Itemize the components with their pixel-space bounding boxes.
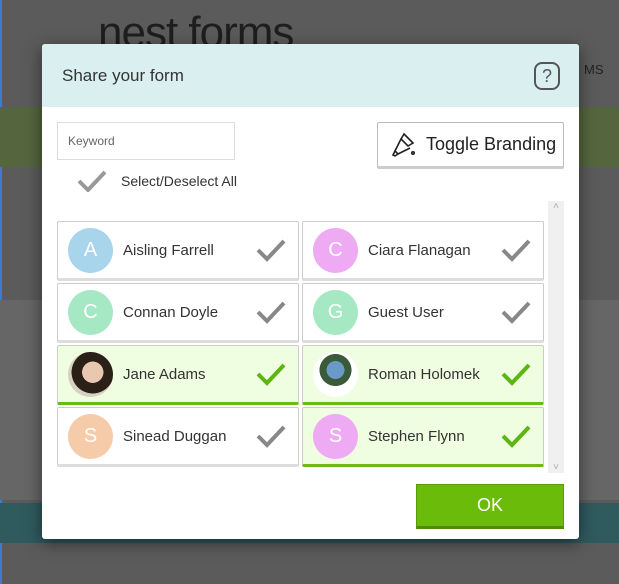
user-name: Aisling Farrell (123, 241, 214, 259)
toggle-branding-button[interactable]: Toggle Branding (377, 122, 564, 169)
avatar-initial: S (328, 424, 343, 447)
user-name: Guest User (368, 303, 444, 321)
avatar: A (68, 227, 113, 273)
check-icon (256, 301, 286, 324)
select-all-toggle[interactable]: Select/Deselect All (77, 170, 237, 192)
toggle-branding-label: Toggle Branding (426, 134, 557, 154)
check-icon (256, 363, 286, 386)
ok-button[interactable]: OK (416, 484, 564, 529)
user-name: Stephen Flynn (368, 427, 465, 445)
user-card[interactable]: S Sinead Duggan (57, 407, 299, 467)
keyword-input[interactable] (57, 122, 235, 160)
avatar: S (68, 413, 113, 459)
check-icon (501, 425, 531, 448)
user-list: A Aisling Farrell C Ciara Flanagan C Con… (57, 221, 545, 467)
avatar-initial: C (328, 238, 343, 261)
user-name: Jane Adams (123, 365, 206, 383)
avatar: C (68, 289, 113, 335)
share-dialog: Share your form ? Toggle Branding Select… (42, 44, 579, 539)
user-card[interactable]: C Ciara Flanagan (302, 221, 544, 281)
check-icon (256, 239, 286, 262)
user-card[interactable]: S Stephen Flynn (302, 407, 544, 467)
check-icon (501, 239, 531, 262)
scrollbar[interactable]: ˄ ˅ (548, 201, 564, 473)
avatar (68, 351, 113, 397)
user-name: Sinead Duggan (123, 427, 227, 445)
avatar: G (313, 289, 358, 335)
avatar-initial: G (327, 300, 344, 323)
check-icon (501, 363, 531, 386)
avatar-initial: C (83, 300, 98, 323)
help-icon[interactable]: ? (534, 62, 560, 90)
user-card[interactable]: C Connan Doyle (57, 283, 299, 343)
check-icon (256, 425, 286, 448)
avatar-initial: A (83, 238, 98, 261)
dialog-title: Share your form (62, 66, 184, 85)
scroll-up-icon[interactable]: ˄ (548, 201, 564, 212)
avatar: C (313, 227, 358, 273)
avatar-initial: S (83, 424, 98, 447)
check-icon (77, 170, 107, 192)
user-name: Ciara Flanagan (368, 241, 471, 259)
user-card[interactable]: A Aisling Farrell (57, 221, 299, 281)
select-all-label: Select/Deselect All (121, 173, 237, 189)
paintbrush-icon (391, 132, 415, 157)
nav-forms-label: MS (584, 62, 604, 77)
user-card[interactable]: Jane Adams (57, 345, 299, 405)
user-card[interactable]: G Guest User (302, 283, 544, 343)
user-name: Connan Doyle (123, 303, 219, 321)
dialog-header: Share your form ? (42, 44, 579, 107)
scroll-down-icon[interactable]: ˅ (548, 462, 564, 473)
check-icon (501, 301, 531, 324)
avatar: S (313, 413, 358, 459)
user-name: Roman Holomek (368, 365, 480, 383)
user-card[interactable]: Roman Holomek (302, 345, 544, 405)
avatar (313, 351, 358, 397)
